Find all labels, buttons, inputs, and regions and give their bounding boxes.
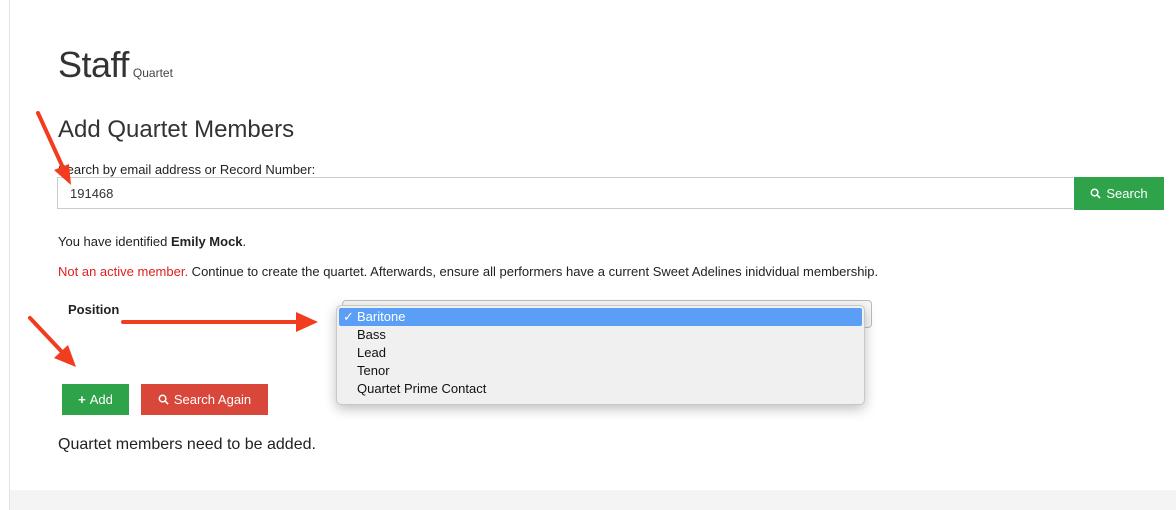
arrow-to-search-input-icon	[36, 111, 71, 185]
arrow-to-add-button-icon	[28, 316, 76, 367]
annotation-arrows	[28, 111, 318, 367]
arrow-to-position-select-icon	[121, 312, 318, 332]
